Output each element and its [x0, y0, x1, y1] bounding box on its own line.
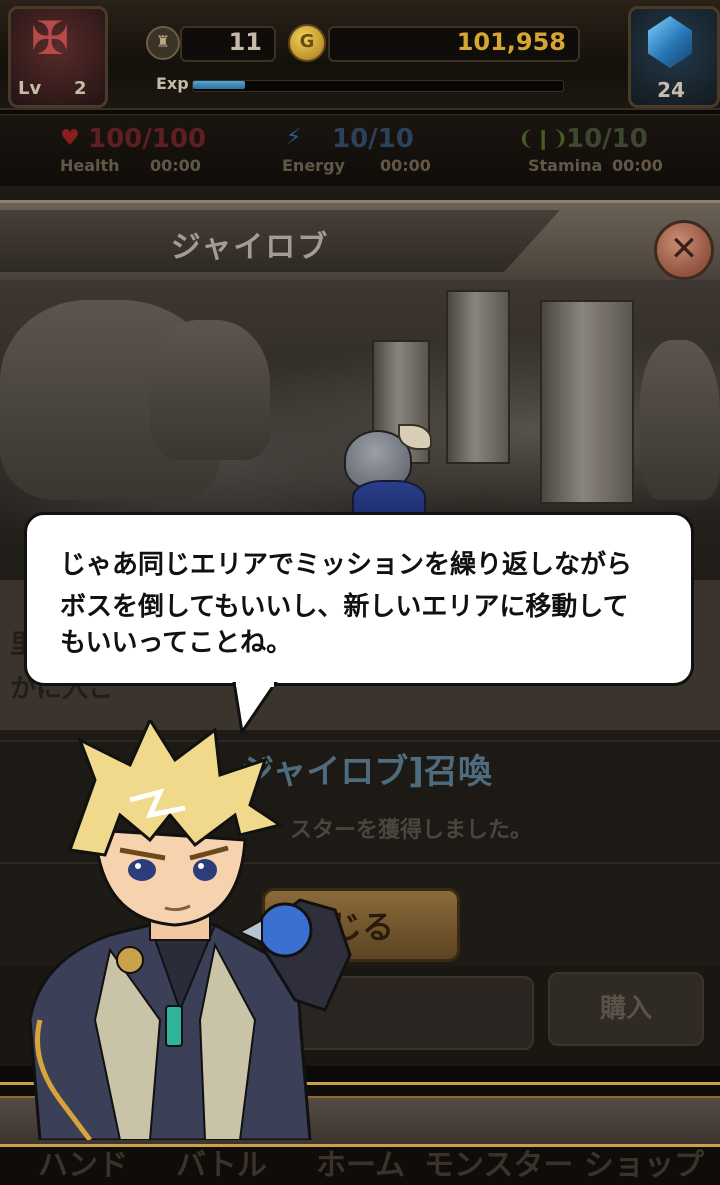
heart-icon: ♥ [60, 126, 80, 151]
nav-item-shop[interactable]: ショップ [584, 1140, 704, 1184]
dialog-line: もいいってことね。 [60, 628, 293, 658]
nav-item-battle[interactable]: バトル [176, 1140, 267, 1184]
stamina-icon: ❨❙❩ [518, 126, 569, 150]
gold-value: 101,958 [456, 28, 566, 56]
buy-button[interactable]: 購入 [548, 972, 704, 1046]
close-x-icon[interactable]: ✕ [654, 220, 714, 280]
rock-statue [640, 340, 720, 500]
health-timer: 00:00 [150, 156, 201, 175]
health-value: 100/100 [88, 124, 207, 154]
stamina-label: Stamina [528, 156, 603, 175]
gold-coin-icon: G [288, 24, 326, 62]
ruined-tower [446, 290, 510, 464]
navigator-character [28, 720, 352, 1140]
energy-timer: 00:00 [380, 156, 431, 175]
demon-avatar-icon: ✠ [30, 11, 70, 65]
dialog-line: じゃあ同じエリアでミッションを繰り返しながら [60, 550, 633, 580]
level-label: Lv [18, 78, 42, 99]
nav-item-monster[interactable]: モンスター [424, 1140, 573, 1184]
dialog-line: ボスを倒してもいいし、新しいエリアに移動して [60, 592, 629, 622]
energy-label: Energy [282, 156, 345, 175]
stamina-value: 10/10 [566, 124, 648, 154]
exp-bar-fill [193, 81, 245, 89]
exp-bar [192, 80, 564, 92]
nav-item-hand[interactable]: ハンド [38, 1140, 128, 1184]
gem-value: 24 [657, 78, 685, 102]
level-value: 2 [74, 78, 87, 99]
rank-badge-icon: ♜ [146, 26, 180, 60]
rock-statue [150, 320, 270, 460]
energy-icon: ⚡ [286, 125, 302, 150]
health-label: Health [60, 156, 120, 175]
modal-title: ジャイロブ [170, 230, 330, 265]
ruined-tower [540, 300, 634, 504]
rank-value: 11 [228, 28, 262, 56]
nav-item-home[interactable]: ホーム [316, 1140, 405, 1184]
exp-label: Exp [156, 74, 189, 93]
stamina-timer: 00:00 [612, 156, 663, 175]
energy-value: 10/10 [332, 124, 414, 154]
